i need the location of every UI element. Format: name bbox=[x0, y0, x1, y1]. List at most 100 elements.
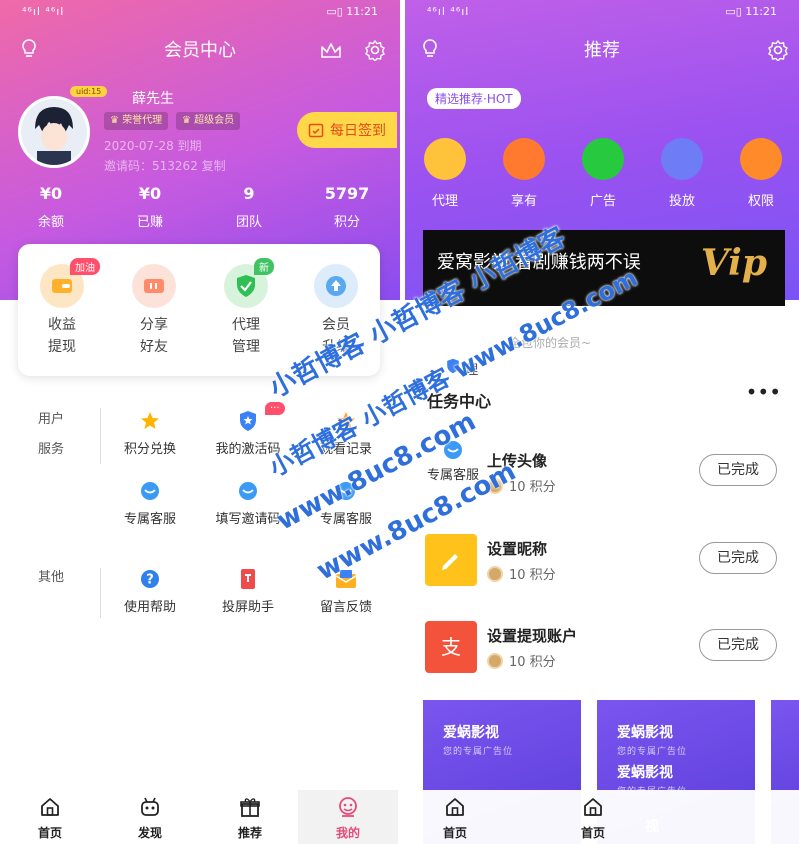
task-center-title: 任务中心 bbox=[427, 392, 492, 411]
customer-service-2[interactable]: 专属客服 bbox=[291, 480, 400, 527]
signal-indicator: ⁴⁶ıl ⁴⁶ıl bbox=[22, 5, 65, 18]
status-bar: ⁴⁶ıl ⁴⁶ıl ▭▯ 11:21 bbox=[405, 0, 799, 24]
coin-icon bbox=[487, 477, 503, 494]
points-exchange[interactable]: 积分兑换 bbox=[95, 410, 205, 457]
invite-code-row: 邀请码：513262 复制 bbox=[104, 157, 226, 174]
cast-assistant[interactable]: 投屏助手 bbox=[193, 568, 303, 615]
page-title: 推荐 bbox=[584, 40, 620, 61]
crown-icon[interactable] bbox=[318, 38, 344, 64]
task-set-withdraw-account: 支 设置提现账户 10 积分 已完成 bbox=[405, 621, 799, 701]
agent-management[interactable]: 新 代理 管理 bbox=[206, 258, 286, 358]
quick-label: 代理 管理 bbox=[232, 317, 260, 355]
gear-icon[interactable] bbox=[362, 37, 388, 63]
task-done-button[interactable]: 已完成 bbox=[699, 542, 777, 574]
quick-label: 收益 提现 bbox=[48, 317, 76, 355]
share-icon bbox=[132, 264, 176, 308]
stat-label: 余额 bbox=[37, 215, 64, 230]
task-name: 设置昵称 bbox=[487, 540, 548, 558]
gift-icon bbox=[240, 798, 260, 817]
category-dot bbox=[503, 138, 545, 180]
copy-link[interactable]: 复制 bbox=[202, 159, 226, 173]
task-done-button[interactable]: 已完成 bbox=[699, 629, 777, 661]
stat-points[interactable]: 5797 积分 bbox=[307, 184, 387, 230]
category-agent[interactable]: 代理 bbox=[415, 138, 475, 209]
shield-star-icon bbox=[193, 410, 303, 432]
category-label: 广告 bbox=[589, 194, 616, 209]
tab-discover[interactable]: 发现 bbox=[100, 790, 200, 844]
svg-text:?: ? bbox=[146, 573, 154, 588]
enter-invite-code[interactable]: 填写邀请码 bbox=[193, 480, 303, 527]
status-time: 11:21 bbox=[745, 5, 777, 18]
stat-label: 已赚 bbox=[136, 215, 163, 230]
stat-value: 5797 bbox=[324, 184, 370, 203]
grid-label: 专属客服 bbox=[319, 512, 372, 527]
ad-title: 爱蜗影视 bbox=[443, 725, 499, 741]
tab-label: 推荐 bbox=[237, 826, 262, 840]
customer-service[interactable]: 专属客服 bbox=[95, 480, 205, 527]
category-label: 代理 bbox=[431, 194, 458, 209]
grid-label: 留言反馈 bbox=[319, 600, 372, 615]
tab-mine[interactable]: 我的 bbox=[298, 790, 398, 844]
stat-earned[interactable]: ¥0 已赚 bbox=[110, 184, 190, 230]
withdraw-earnings[interactable]: 加油 收益 提现 bbox=[22, 258, 102, 358]
my-activation-code[interactable]: ··· 我的激活码 bbox=[193, 402, 303, 457]
battery-time: ▭▯ 11:21 bbox=[725, 5, 777, 18]
task-done-button[interactable]: 已完成 bbox=[699, 454, 777, 486]
badge-new: 新 bbox=[254, 258, 274, 275]
grid-label: 我的激活码 bbox=[215, 442, 281, 457]
category-ad[interactable]: 广告 bbox=[573, 138, 633, 209]
member-upgrade[interactable]: 会员 升级 bbox=[296, 264, 376, 358]
star-history-icon bbox=[291, 410, 400, 432]
help[interactable]: ? 使用帮助 bbox=[95, 568, 205, 615]
category-dot bbox=[661, 138, 703, 180]
bottom-tab-bar: 首页 发现 推荐 我的 bbox=[0, 790, 400, 844]
gear-icon[interactable] bbox=[765, 37, 791, 63]
stat-label: 积分 bbox=[333, 215, 360, 230]
more-options-icon[interactable]: ••• bbox=[746, 380, 781, 404]
svg-text:支: 支 bbox=[441, 635, 461, 659]
bottom-tab-bar: 首页 首页 bbox=[405, 790, 799, 844]
daily-signin-button[interactable]: 每日签到 bbox=[297, 112, 397, 148]
badge-cheer: 加油 bbox=[70, 258, 100, 275]
avatar[interactable] bbox=[18, 96, 90, 168]
super-member-tag: ♛ 超级会员 bbox=[176, 112, 241, 130]
vip-logo: Vip bbox=[700, 242, 767, 284]
chat-bubble-icon bbox=[193, 480, 303, 502]
expire-date: 2020-07-28 到期 bbox=[104, 139, 202, 153]
invite-code: 513262 bbox=[152, 159, 198, 173]
tab-home-2[interactable]: 首页 bbox=[543, 790, 643, 844]
uid-badge: uid:15 bbox=[70, 86, 108, 97]
quick-actions-card: 加油 收益 提现 分享 好友 新 代理 管理 会员 升级 bbox=[18, 244, 380, 376]
battery-time: ▭▯ 11:21 bbox=[326, 5, 378, 18]
quick-label: 分享 好友 bbox=[140, 317, 168, 355]
category-dot bbox=[424, 138, 466, 180]
floating-service[interactable]: 专属客服 bbox=[427, 440, 479, 483]
user-service-title-2: 服务 bbox=[38, 442, 65, 457]
category-permission[interactable]: 权限 bbox=[731, 138, 791, 209]
hot-pill[interactable]: 精选推荐·HOT bbox=[427, 88, 521, 109]
tab-home[interactable]: 首页 bbox=[405, 790, 505, 844]
invite-code-label: 邀请码： bbox=[104, 159, 153, 173]
honor-agent-label: 荣誉代理 bbox=[122, 115, 163, 126]
category-launch[interactable]: 投放 bbox=[652, 138, 712, 209]
tab-home[interactable]: 首页 bbox=[0, 790, 100, 844]
feedback[interactable]: 留言反馈 bbox=[291, 568, 400, 615]
tab-recommend[interactable]: 推荐 bbox=[200, 790, 300, 844]
category-enjoy[interactable]: 享有 bbox=[494, 138, 554, 209]
grid-label: 积分兑换 bbox=[123, 442, 176, 457]
tab-label: 发现 bbox=[137, 826, 162, 840]
stat-balance[interactable]: ¥0 余额 bbox=[11, 184, 91, 230]
stat-value: 9 bbox=[243, 184, 255, 203]
stat-team[interactable]: 9 团队 bbox=[209, 184, 289, 230]
task-name: 上传头像 bbox=[487, 452, 548, 470]
vip-banner[interactable]: 爱窝影视 看剧赚钱两不误 Vip bbox=[423, 230, 785, 306]
question-icon: ? bbox=[95, 568, 205, 590]
honor-agent-tag: ♛ 荣誉代理 bbox=[104, 112, 169, 130]
floating-agent[interactable]: 理 bbox=[445, 358, 478, 378]
watch-history[interactable]: 观看记录 bbox=[291, 410, 400, 457]
tab-label: 首页 bbox=[37, 826, 62, 840]
chat-bubble-icon bbox=[444, 441, 462, 459]
shield-star-icon bbox=[447, 358, 459, 374]
ad-subtitle: 您的专属广告位 bbox=[617, 747, 688, 757]
share-friends[interactable]: 分享 好友 bbox=[114, 264, 194, 358]
